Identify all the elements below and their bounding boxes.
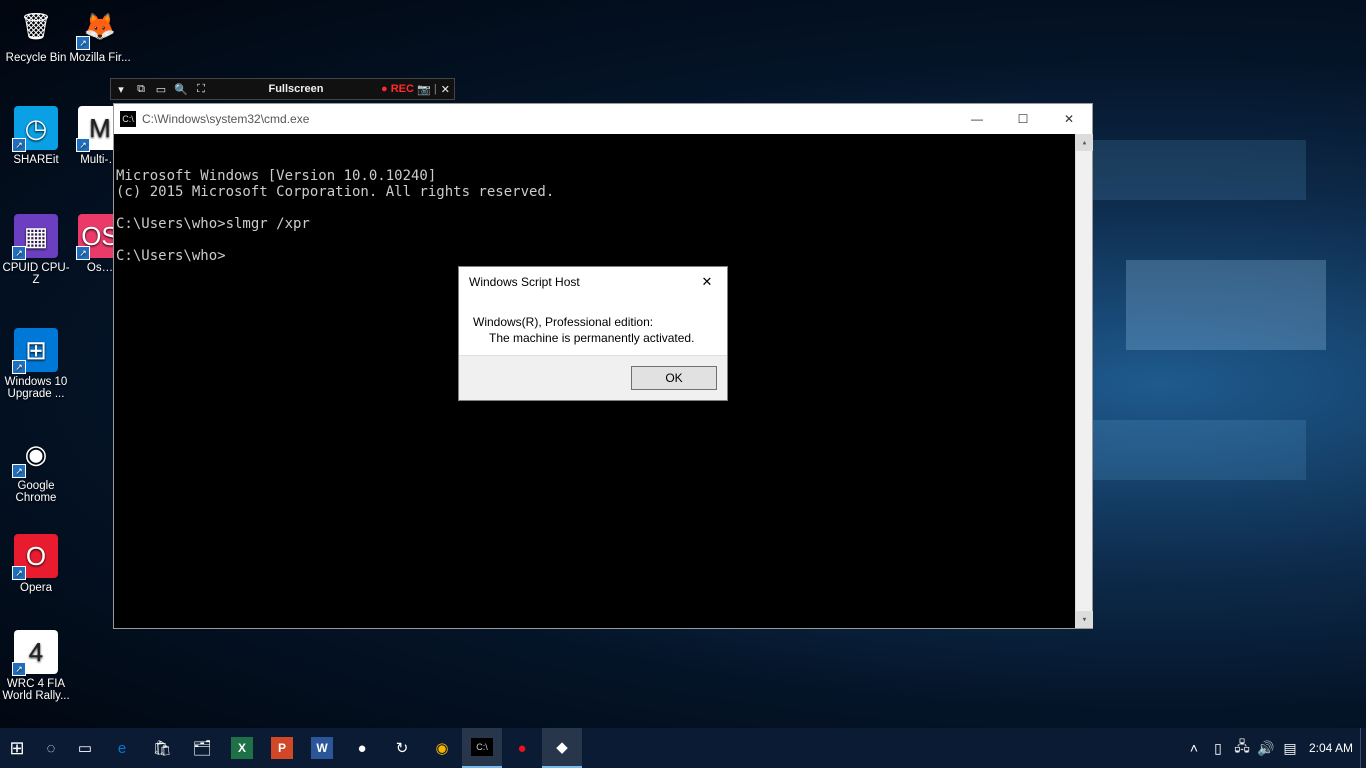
tray-overflow-icon[interactable]: ˄ (1182, 740, 1206, 756)
dialog-titlebar[interactable]: Windows Script Host ✕ (459, 267, 727, 297)
desktop-icon-chrome[interactable]: ◉ Google Chrome (0, 432, 72, 504)
show-desktop-button[interactable] (1360, 728, 1366, 768)
action-center-icon[interactable]: ▤ (1278, 740, 1302, 757)
recycle-bin-icon: 🗑 (14, 4, 58, 48)
terminal-line (116, 200, 1092, 216)
desktop-icon-cpuz[interactable]: ▦ CPUID CPU-Z (0, 214, 72, 286)
dialog-footer: OK (459, 355, 727, 400)
desktop-icon-label: SHAREit (0, 154, 72, 166)
scroll-down-icon[interactable]: ▾ (1076, 611, 1093, 628)
battery-icon[interactable]: ▯ (1206, 740, 1230, 757)
desktop-icon-label: CPUID CPU-Z (0, 262, 72, 286)
taskbar-edge-button[interactable]: e (102, 728, 142, 768)
taskbar-taskview-button[interactable]: ▭ (68, 728, 102, 768)
clock[interactable]: 2:04 AM (1302, 741, 1360, 755)
ok-button[interactable]: OK (631, 366, 717, 390)
taskbar-app3-button[interactable]: ◆ (542, 728, 582, 768)
taskbar-store-button[interactable]: 🛍 (142, 728, 182, 768)
recorder-region-icon[interactable]: ⧉ (131, 83, 151, 96)
dialog-content: Windows(R), Professional edition: The ma… (459, 297, 727, 355)
taskbar-app1-button[interactable]: ● (342, 728, 382, 768)
dialog-close-button[interactable]: ✕ (687, 268, 727, 296)
cpuz-icon: ▦ (14, 214, 58, 258)
firefox-icon: 🦊 (78, 4, 122, 48)
terminal-line: (c) 2015 Microsoft Corporation. All righ… (116, 184, 1092, 200)
desktop-icon-recycle-bin[interactable]: 🗑 Recycle Bin (0, 4, 72, 64)
taskbar-excel-button[interactable]: X (222, 728, 262, 768)
terminal-line: C:\Users\who>slmgr /xpr (116, 216, 1092, 232)
taskbar-cmd-button[interactable]: C:\ (462, 728, 502, 768)
dialog-line1: Windows(R), Professional edition: (473, 315, 713, 329)
dialog-line2: The machine is permanently activated. (473, 331, 713, 345)
network-icon[interactable]: 🖧 (1230, 736, 1254, 760)
scroll-up-icon[interactable]: ▴ (1076, 134, 1093, 151)
terminal-line (116, 232, 1092, 248)
volume-icon[interactable]: 🔊 (1254, 740, 1278, 757)
taskbar-powerpoint-button[interactable]: P (262, 728, 302, 768)
desktop-icon-shareit[interactable]: ◷ SHAREit (0, 106, 72, 166)
maximize-button[interactable]: ☐ (1000, 104, 1046, 134)
system-tray: ˄ ▯ 🖧 🔊 ▤ 2:04 AM (1182, 728, 1366, 768)
recorder-rec-indicator[interactable]: ● REC (381, 83, 414, 95)
recorder-mode-label: Fullscreen (211, 83, 381, 95)
recorder-camera-icon[interactable]: 📷 (414, 83, 434, 96)
terminal-line: C:\Users\who> (116, 248, 1092, 264)
taskbar-start-button[interactable]: ⊞ (0, 728, 34, 768)
taskbar-explorer-button[interactable]: 🗂 (182, 728, 222, 768)
taskbar-rec-button[interactable]: ● (502, 728, 542, 768)
desktop-icon-wrc4[interactable]: 4 WRC 4 FIA World Rally... (0, 630, 72, 702)
recorder-crop-icon[interactable]: ⛶ (191, 83, 211, 96)
recorder-close-icon[interactable]: ✕ (437, 83, 454, 96)
cmd-titlebar[interactable]: C:\ C:\Windows\system32\cmd.exe — ☐ ✕ (114, 104, 1092, 134)
desktop-icon-label: WRC 4 FIA World Rally... (0, 678, 72, 702)
desktop-icon-label: Recycle Bin (0, 52, 72, 64)
taskbar: ⊞◌▭e🛍🗂XPW●↻◉C:\●◆ ˄ ▯ 🖧 🔊 ▤ 2:04 AM (0, 728, 1366, 768)
recorder-window-icon[interactable]: ▭ (151, 83, 171, 96)
wrc4-icon: 4 (14, 630, 58, 674)
script-host-dialog: Windows Script Host ✕ Windows(R), Profes… (458, 266, 728, 401)
cmd-app-icon: C:\ (120, 111, 136, 127)
desktop-icon-label: Opera (0, 582, 72, 594)
opera-icon: O (14, 534, 58, 578)
taskbar-search-button[interactable]: ◌ (34, 728, 68, 768)
screen-recorder-toolbar: ▾ ⧉ ▭ 🔍 ⛶ Fullscreen ● REC 📷 | ✕ (110, 78, 455, 100)
taskbar-word-button[interactable]: W (302, 728, 342, 768)
taskbar-app2-button[interactable]: ↻ (382, 728, 422, 768)
taskbar-chrome-button[interactable]: ◉ (422, 728, 462, 768)
chrome-icon: ◉ (14, 432, 58, 476)
desktop-icon-firefox[interactable]: 🦊 Mozilla Fir... (64, 4, 136, 64)
recorder-dropdown-icon[interactable]: ▾ (111, 83, 131, 96)
desktop-icon-opera[interactable]: O Opera (0, 534, 72, 594)
desktop-icon-label: Mozilla Fir... (64, 52, 136, 64)
terminal-line: Microsoft Windows [Version 10.0.10240] (116, 168, 1092, 184)
desktop-icon-label: Google Chrome (0, 480, 72, 504)
close-button[interactable]: ✕ (1046, 104, 1092, 134)
cmd-scrollbar[interactable]: ▴ ▾ (1075, 134, 1092, 628)
recorder-zoom-icon[interactable]: 🔍 (171, 83, 191, 96)
minimize-button[interactable]: — (954, 104, 1000, 134)
shareit-icon: ◷ (14, 106, 58, 150)
desktop-icon-win10up[interactable]: ⊞ Windows 10 Upgrade ... (0, 328, 72, 400)
cmd-title: C:\Windows\system32\cmd.exe (142, 112, 954, 126)
desktop-icon-label: Windows 10 Upgrade ... (0, 376, 72, 400)
dialog-title: Windows Script Host (469, 275, 687, 289)
win10up-icon: ⊞ (14, 328, 58, 372)
